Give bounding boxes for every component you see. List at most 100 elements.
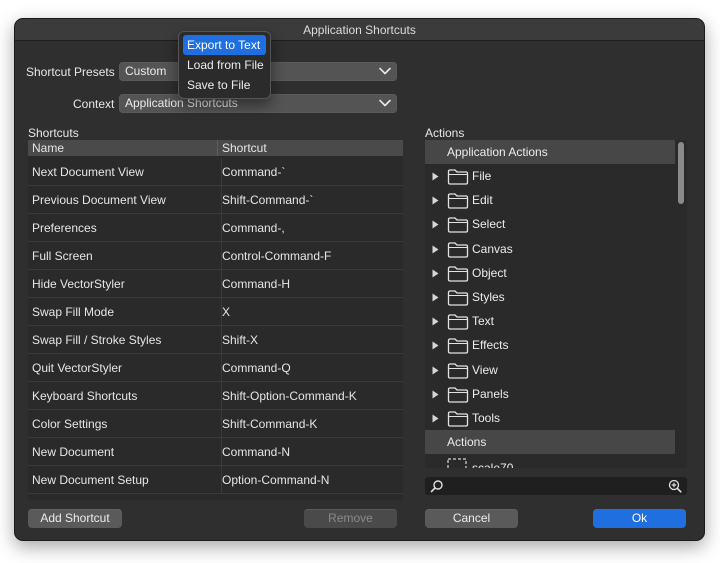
disclosure-triangle-icon[interactable] [432, 245, 439, 254]
table-row[interactable]: New Document Command-N [28, 438, 403, 466]
tree-item-styles[interactable]: Styles [425, 285, 675, 309]
folder-icon [447, 387, 469, 403]
disclosure-triangle-icon[interactable] [432, 390, 439, 399]
row-name: Previous Document View [32, 193, 166, 207]
tree-item-object[interactable]: Object [425, 261, 675, 285]
row-shortcut: Command-, [221, 214, 285, 242]
tree-item-select[interactable]: Select [425, 212, 675, 236]
table-row[interactable]: Previous Document View Shift-Command-` [28, 186, 403, 214]
tree-item-label: scale70 [472, 461, 514, 468]
tree-item-text[interactable]: Text [425, 309, 675, 333]
disclosure-triangle-icon[interactable] [432, 293, 439, 302]
add-shortcut-button[interactable]: Add Shortcut [28, 509, 122, 528]
row-name: Color Settings [32, 417, 108, 431]
tree-item-tools[interactable]: Tools [425, 406, 675, 430]
chevron-down-icon [379, 99, 391, 107]
folder-icon [447, 362, 469, 379]
row-name: New Document [32, 445, 115, 459]
row-name: Keyboard Shortcuts [32, 389, 138, 403]
disclosure-triangle-icon[interactable] [432, 172, 439, 181]
scrollbar-thumb[interactable] [678, 142, 684, 204]
folder-icon [447, 338, 469, 355]
action-icon [447, 458, 467, 468]
disclosure-triangle-icon[interactable] [432, 220, 439, 229]
actions-search-field[interactable] [425, 477, 687, 495]
table-row[interactable]: Color Settings Shift-Command-K [28, 410, 403, 438]
ok-button[interactable]: Ok [593, 509, 686, 528]
folder-icon [447, 290, 469, 306]
table-row[interactable]: Swap Fill / Stroke Styles Shift-X [28, 326, 403, 354]
column-header-shortcut[interactable]: Shortcut [217, 140, 403, 156]
cancel-button[interactable]: Cancel [425, 509, 518, 528]
row-name: Next Document View [32, 165, 144, 179]
table-row[interactable]: Swap Fill Mode X [28, 298, 403, 326]
tree-item-label: Styles [472, 290, 505, 304]
disclosure-triangle-icon[interactable] [432, 269, 439, 278]
disclosure-triangle-icon[interactable] [432, 414, 439, 423]
tree-item-label: Panels [472, 386, 509, 401]
shortcuts-table: Name Shortcut Next Document View Command-… [28, 140, 403, 500]
row-name: New Document Setup [32, 473, 149, 487]
tree-item-panels[interactable]: Panels [425, 382, 675, 406]
actions-group-header[interactable]: Application Actions [425, 140, 675, 164]
table-row[interactable]: New Document Setup Option-Command-N [28, 466, 403, 494]
row-shortcut: Shift-X [221, 326, 258, 354]
row-shortcut: Control-Command-F [221, 242, 331, 270]
zoom-in-icon[interactable] [668, 479, 682, 493]
tree-item-label: View [472, 362, 498, 377]
row-shortcut: Option-Command-N [221, 466, 329, 494]
disclosure-triangle-icon[interactable] [432, 317, 439, 326]
tree-item-label: Edit [472, 193, 493, 208]
presets-value: Custom [125, 64, 167, 78]
actions-section-label: Actions [425, 126, 465, 140]
row-shortcut: Shift-Command-K [221, 410, 317, 438]
row-shortcut: Command-Q [221, 354, 291, 382]
row-name: Swap Fill Mode [32, 305, 115, 319]
folder-icon [447, 193, 469, 209]
row-shortcut: Shift-Command-` [221, 186, 313, 214]
tree-item-file[interactable]: File [425, 164, 675, 188]
table-row[interactable]: Full Screen Control-Command-F [28, 242, 403, 270]
menu-item-export-to-text[interactable]: Export to Text [183, 35, 266, 55]
tree-item-label: Text [472, 314, 495, 329]
folder-icon [447, 314, 469, 330]
actions-tree[interactable]: Application Actions File Edit Select Canvas… [425, 140, 687, 468]
presets-label: Shortcut Presets [26, 65, 115, 79]
table-row[interactable]: Keyboard Shortcuts Shift-Option-Command-K [28, 382, 403, 410]
table-row[interactable]: Next Document View Command-` [28, 158, 403, 186]
row-shortcut: Command-H [221, 270, 290, 298]
disclosure-triangle-icon[interactable] [432, 341, 439, 350]
folder-icon [447, 169, 469, 185]
actions-scrollbar[interactable] [676, 140, 686, 468]
shortcuts-dialog: Application Shortcuts Shortcut Presets C… [14, 18, 705, 541]
tree-item-canvas[interactable]: Canvas [425, 237, 675, 261]
menu-item-save-to-file[interactable]: Save to File [183, 75, 266, 95]
tree-item-view[interactable]: View [425, 358, 675, 382]
table-row[interactable]: Preferences Command-, [28, 214, 403, 242]
column-header-name[interactable]: Name [28, 140, 217, 156]
table-row[interactable]: Quit VectorStyler Command-Q [28, 354, 403, 382]
remove-button[interactable]: Remove [304, 509, 397, 528]
folder-icon [447, 217, 469, 234]
row-name: Full Screen [32, 249, 93, 263]
row-name: Hide VectorStyler [32, 277, 125, 291]
row-name: Quit VectorStyler [32, 361, 123, 375]
tree-item-label: File [472, 169, 492, 183]
row-shortcut: X [221, 298, 230, 326]
folder-icon [447, 266, 469, 282]
tree-item-label: Effects [472, 338, 509, 353]
actions-second-group-header[interactable]: Actions [425, 430, 675, 454]
tree-item-partial[interactable]: scale70 [425, 454, 675, 468]
window-title: Application Shortcuts [15, 19, 704, 41]
tree-item-label: Object [472, 265, 507, 280]
table-row[interactable]: Hide VectorStyler Command-H [28, 270, 403, 298]
disclosure-triangle-icon[interactable] [432, 196, 439, 205]
menu-item-load-from-file[interactable]: Load from File [183, 55, 266, 75]
table-header: Name Shortcut [28, 140, 403, 156]
tree-item-effects[interactable]: Effects [425, 333, 675, 357]
row-shortcut: Command-` [221, 158, 285, 186]
tree-item-edit[interactable]: Edit [425, 188, 675, 212]
search-icon[interactable] [430, 479, 444, 493]
disclosure-triangle-icon[interactable] [432, 366, 439, 375]
row-shortcut: Command-N [221, 438, 290, 466]
